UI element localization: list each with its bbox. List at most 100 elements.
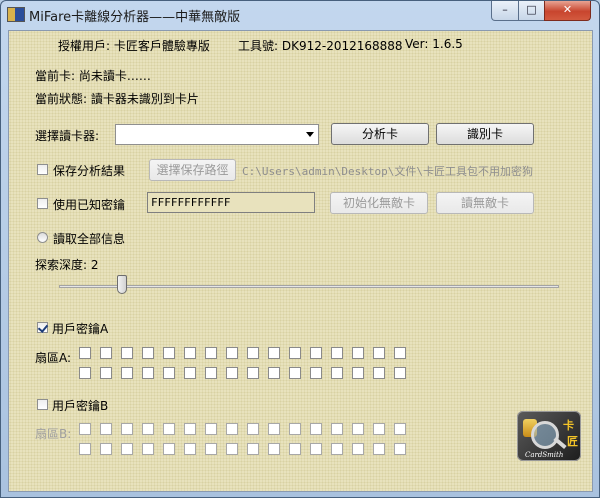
cardsmith-logo: 卡 匠 CardSmith [517, 411, 581, 461]
sector-cell[interactable] [79, 347, 91, 359]
sector-cell[interactable] [121, 423, 133, 435]
sector-b-label: 扇區B: [35, 427, 72, 441]
sector-cell[interactable] [184, 347, 196, 359]
title-bar[interactable]: MiFare卡離線分析器——中華無敵版 – □ ✕ [1, 1, 599, 27]
logo-char-2: 匠 [567, 435, 578, 448]
sector-cell[interactable] [373, 367, 385, 379]
authorized-user: 授權用戶: 卡匠客戶體驗專版 [58, 39, 210, 53]
sector-cell[interactable] [226, 347, 238, 359]
sector-cell[interactable] [100, 443, 112, 455]
sector-cell[interactable] [121, 347, 133, 359]
sector-cell[interactable] [205, 367, 217, 379]
sector-cell[interactable] [268, 367, 280, 379]
sector-cell[interactable] [79, 423, 91, 435]
init-invincible-card-button[interactable]: 初始化無敵卡 [330, 192, 428, 214]
magnifier-icon [531, 421, 559, 449]
sector-cell[interactable] [268, 347, 280, 359]
sector-cell[interactable] [163, 443, 175, 455]
sector-cell[interactable] [373, 347, 385, 359]
sector-cell[interactable] [310, 443, 322, 455]
sector-cell[interactable] [289, 443, 301, 455]
sector-cell[interactable] [394, 367, 406, 379]
client-area: 授權用戶: 卡匠客戶體驗專版 工具號: DK912-2012168888 Ver… [8, 30, 593, 492]
identify-card-button[interactable]: 識別卡 [436, 123, 534, 145]
sector-cell[interactable] [100, 367, 112, 379]
close-button[interactable]: ✕ [544, 1, 591, 21]
read-all-label: 讀取全部信息 [53, 232, 126, 246]
sector-cell[interactable] [373, 423, 385, 435]
sector-cell[interactable] [184, 443, 196, 455]
sector-cell[interactable] [79, 367, 91, 379]
sector-cell[interactable] [394, 347, 406, 359]
save-path-text: C:\Users\admin\Desktop\文件\卡匠工具包不用加密狗 [242, 165, 533, 178]
sector-cell[interactable] [331, 423, 343, 435]
save-results-checkbox[interactable] [37, 164, 48, 175]
current-state-status: 當前狀態: 讀卡器未識別到卡片 [35, 92, 199, 106]
reader-label: 選擇讀卡器: [35, 129, 100, 143]
key-a-checkbox[interactable] [37, 322, 48, 333]
sector-cell[interactable] [331, 347, 343, 359]
key-b-checkbox[interactable] [37, 399, 48, 410]
version-label: Ver: 1.6.5 [405, 37, 463, 51]
key-a-label: 用戶密鑰A [52, 322, 109, 336]
use-known-key-checkbox[interactable] [37, 198, 48, 209]
sector-cell[interactable] [205, 347, 217, 359]
main-window: MiFare卡離線分析器——中華無敵版 – □ ✕ 授權用戶: 卡匠客戶體驗專版… [0, 0, 600, 498]
sector-cell[interactable] [184, 367, 196, 379]
window-title: MiFare卡離線分析器——中華無敵版 [29, 10, 241, 25]
sector-cell[interactable] [163, 347, 175, 359]
sector-cell[interactable] [163, 367, 175, 379]
depth-slider-thumb[interactable] [116, 275, 127, 294]
sector-cell[interactable] [310, 423, 322, 435]
sector-cell[interactable] [142, 423, 154, 435]
sector-cell[interactable] [226, 443, 238, 455]
sector-cell[interactable] [100, 423, 112, 435]
read-invincible-card-button[interactable]: 讀無敵卡 [436, 192, 534, 214]
sector-cell[interactable] [142, 347, 154, 359]
sector-cell[interactable] [331, 367, 343, 379]
sector-cell[interactable] [100, 347, 112, 359]
sector-cell[interactable] [331, 443, 343, 455]
sector-cell[interactable] [289, 367, 301, 379]
key-b-label: 用戶密鑰B [52, 399, 109, 413]
sector-cell[interactable] [247, 367, 259, 379]
sector-cell[interactable] [289, 347, 301, 359]
sector-cell[interactable] [163, 423, 175, 435]
sector-cell[interactable] [205, 423, 217, 435]
sector-cell[interactable] [142, 367, 154, 379]
sector-cell[interactable] [373, 443, 385, 455]
read-all-radio[interactable] [37, 232, 48, 243]
app-icon [7, 7, 25, 22]
sector-cell[interactable] [268, 423, 280, 435]
sector-cell[interactable] [184, 423, 196, 435]
sector-cell[interactable] [121, 367, 133, 379]
sector-cell[interactable] [79, 443, 91, 455]
sector-cell[interactable] [247, 347, 259, 359]
sector-cell[interactable] [310, 367, 322, 379]
sector-cell[interactable] [247, 443, 259, 455]
sector-cell[interactable] [142, 443, 154, 455]
sector-cell[interactable] [352, 443, 364, 455]
sector-a-label: 扇區A: [35, 351, 72, 365]
sector-cell[interactable] [394, 423, 406, 435]
sector-cell[interactable] [394, 443, 406, 455]
sector-cell[interactable] [289, 423, 301, 435]
sector-cell[interactable] [352, 367, 364, 379]
sector-cell[interactable] [121, 443, 133, 455]
sector-cell[interactable] [352, 347, 364, 359]
sector-cell[interactable] [226, 423, 238, 435]
minimize-button[interactable]: – [491, 1, 519, 21]
reader-select-value [116, 127, 120, 141]
sector-cell[interactable] [205, 443, 217, 455]
sector-cell[interactable] [268, 443, 280, 455]
sector-cell[interactable] [226, 367, 238, 379]
known-key-input[interactable]: FFFFFFFFFFFF [147, 192, 315, 213]
depth-slider-track[interactable] [59, 285, 559, 288]
sector-cell[interactable] [247, 423, 259, 435]
sector-cell[interactable] [310, 347, 322, 359]
reader-select[interactable] [115, 124, 319, 145]
maximize-button[interactable]: □ [518, 1, 545, 21]
analyze-card-button[interactable]: 分析卡 [331, 123, 429, 145]
choose-save-path-button[interactable]: 選擇保存路徑 [149, 159, 236, 181]
sector-cell[interactable] [352, 423, 364, 435]
